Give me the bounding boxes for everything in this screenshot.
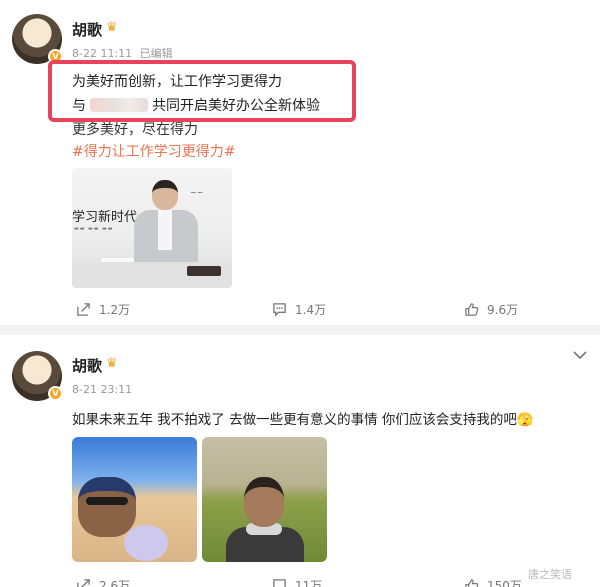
repost-count: 2.6万 bbox=[99, 578, 131, 587]
crown-icon: ♛ bbox=[106, 356, 118, 371]
weibo-post-2: V 胡歌 ♛ 8-21 23:11 如果未来五年 我不拍戏了 去做一些更有意义的… bbox=[0, 335, 600, 587]
post-photo-1[interactable] bbox=[72, 437, 197, 562]
thumbs-up-icon bbox=[465, 578, 479, 587]
crown-icon: ♛ bbox=[106, 20, 118, 35]
like-count: 150万 bbox=[487, 578, 522, 587]
photo-head bbox=[244, 477, 284, 527]
post-divider bbox=[0, 325, 600, 335]
post-time: 8-21 23:11 bbox=[72, 383, 133, 396]
hashtag-link[interactable]: #得力让工作学习更得力# bbox=[72, 141, 235, 161]
like-button[interactable]: 9.6万 bbox=[464, 297, 518, 321]
post-text: 如果未来五年 我不拍戏了 去做一些更有意义的事情 你们应该会支持我的吧🫣 bbox=[72, 412, 534, 428]
photo-face bbox=[78, 477, 136, 537]
post-text-line-3: 更多美好，尽在得力 bbox=[72, 122, 198, 138]
share-icon bbox=[77, 578, 90, 587]
action-bar: 1.2万 1.4万 9.6万 bbox=[0, 297, 600, 321]
post-meta: 8-22 11:11 已编辑 bbox=[72, 45, 173, 61]
author-name[interactable]: 胡歌 bbox=[72, 19, 102, 40]
post-image[interactable]: 学习新时代 ▬▬ ▬▬ ▬▬ ∼∽ bbox=[72, 168, 232, 288]
signature-mark: ∼∽ bbox=[190, 188, 204, 197]
comment-button[interactable]: 11万 bbox=[272, 573, 322, 587]
repost-button[interactable]: 1.2万 bbox=[76, 297, 130, 321]
like-count: 9.6万 bbox=[487, 302, 519, 317]
watermark: 唐之笑语 bbox=[528, 568, 572, 581]
person-shirt bbox=[158, 210, 172, 250]
image-subtext: ▬▬ ▬▬ ▬▬ bbox=[74, 226, 114, 232]
comment-count: 1.4万 bbox=[295, 302, 327, 317]
red-highlight-box bbox=[48, 60, 356, 122]
chevron-down-icon[interactable] bbox=[573, 350, 587, 360]
share-icon bbox=[77, 302, 90, 316]
repost-button[interactable]: 2.6万 bbox=[76, 573, 130, 587]
person-head bbox=[152, 180, 178, 210]
like-button[interactable]: 150万 bbox=[464, 573, 522, 587]
post-time: 8-22 11:11 bbox=[72, 47, 133, 60]
comment-icon bbox=[273, 578, 286, 587]
action-bar: 2.6万 11万 150万 bbox=[0, 573, 600, 587]
post-photo-2[interactable] bbox=[202, 437, 327, 562]
author-name[interactable]: 胡歌 bbox=[72, 355, 102, 376]
sunglasses-shape bbox=[86, 497, 128, 505]
comment-button[interactable]: 1.4万 bbox=[272, 297, 326, 321]
weibo-post-1: V 胡歌 ♛ 8-22 11:11 已编辑 为美好而创新，让工作学习更得力 与共… bbox=[0, 0, 600, 325]
comment-count: 11万 bbox=[295, 578, 323, 587]
edited-label: 已编辑 bbox=[139, 47, 173, 60]
comment-icon bbox=[273, 302, 286, 317]
verified-badge-icon: V bbox=[48, 386, 63, 401]
image-caption: 学习新时代 bbox=[72, 210, 138, 225]
thumbs-up-icon bbox=[465, 302, 479, 316]
book-shape bbox=[187, 266, 221, 276]
plush-toy-shape bbox=[124, 525, 168, 561]
repost-count: 1.2万 bbox=[99, 302, 131, 317]
